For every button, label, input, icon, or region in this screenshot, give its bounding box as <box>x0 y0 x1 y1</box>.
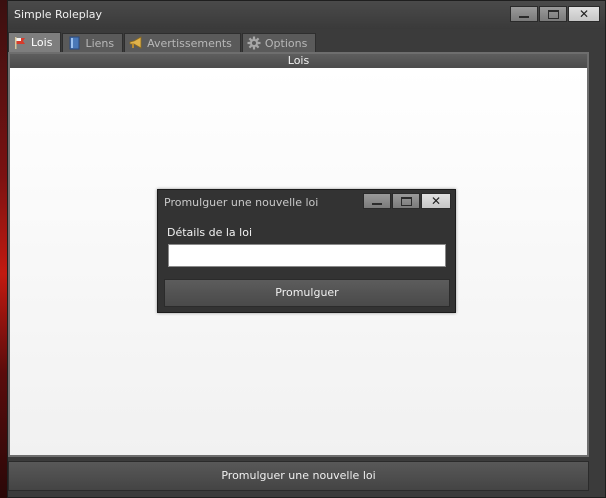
window-titlebar[interactable]: Simple Roleplay ✕ <box>8 1 605 29</box>
new-law-button[interactable]: Promulguer une nouvelle loi <box>8 461 589 491</box>
dialog-controls: ✕ <box>362 193 451 209</box>
tab-label: Liens <box>85 36 115 50</box>
tab-avertissements[interactable]: Avertissements <box>124 33 241 52</box>
tab-bar: Lois Liens Avertissements Options <box>8 32 317 52</box>
minimize-icon <box>519 15 529 18</box>
dialog-minimize-button[interactable] <box>363 193 391 209</box>
tab-lois[interactable]: Lois <box>8 32 62 52</box>
maximize-icon <box>400 196 412 206</box>
maximize-icon <box>547 9 559 19</box>
promulgate-button[interactable]: Promulguer <box>164 279 450 307</box>
window-controls: ✕ <box>509 6 600 22</box>
maximize-button[interactable] <box>539 6 567 22</box>
law-details-input[interactable] <box>168 244 446 267</box>
dialog-close-button[interactable]: ✕ <box>421 193 451 209</box>
dialog-maximize-button[interactable] <box>392 193 420 209</box>
flag-icon <box>13 36 27 50</box>
close-icon: ✕ <box>578 7 590 21</box>
tab-label: Avertissements <box>147 36 232 50</box>
panel-header: Lois <box>10 54 587 68</box>
close-button[interactable]: ✕ <box>568 6 600 22</box>
tab-options[interactable]: Options <box>241 33 317 52</box>
minimize-button[interactable] <box>510 6 538 22</box>
tab-label: Lois <box>31 36 53 49</box>
dialog-title: Promulguer une nouvelle loi <box>164 196 319 209</box>
new-law-dialog: Promulguer une nouvelle loi ✕ Détails de… <box>157 189 456 313</box>
close-icon: ✕ <box>430 194 442 208</box>
gear-icon <box>247 36 261 50</box>
minimize-icon <box>372 202 382 205</box>
megaphone-icon <box>129 36 143 50</box>
book-icon <box>67 36 81 50</box>
law-details-label: Détails de la loi <box>167 226 253 239</box>
tab-liens[interactable]: Liens <box>62 33 124 52</box>
window-title: Simple Roleplay <box>14 8 103 21</box>
tab-label: Options <box>264 36 308 50</box>
